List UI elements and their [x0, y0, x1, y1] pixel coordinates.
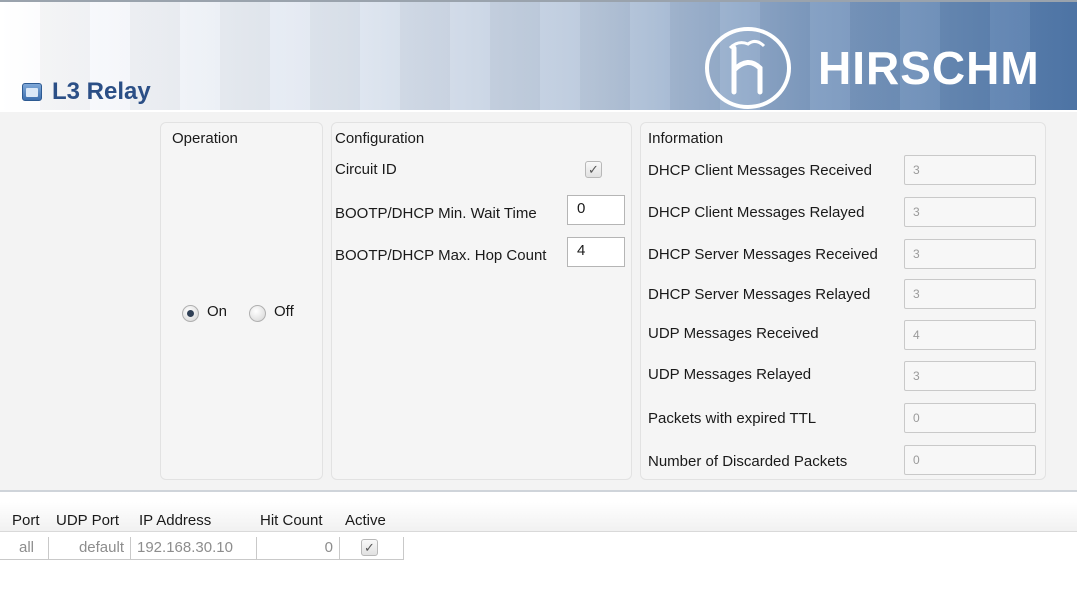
brand: HIRSCHM — [704, 26, 1040, 110]
information-group: Information DHCP Client Messages Receive… — [640, 122, 1046, 480]
info-value: 3 — [904, 197, 1036, 227]
info-value: 0 — [904, 445, 1036, 475]
column-header-port[interactable]: Port — [12, 512, 40, 529]
min-wait-input[interactable]: 0 — [567, 195, 625, 225]
table-cell-port[interactable]: all — [13, 537, 49, 559]
circuit-id-checkbox[interactable]: ✓ — [585, 161, 602, 178]
page-title: L3 Relay — [52, 78, 151, 105]
brand-name: HIRSCHM — [818, 42, 1040, 94]
info-value: 3 — [904, 279, 1036, 309]
operation-off-label[interactable]: Off — [274, 303, 294, 320]
info-label: Number of Discarded Packets — [648, 453, 848, 470]
configuration-group: Configuration Circuit ID ✓ BOOTP/DHCP Mi… — [331, 122, 632, 480]
info-label: Packets with expired TTL — [648, 410, 817, 427]
page-title-group: L3 Relay — [22, 78, 151, 106]
operation-off-radio[interactable] — [249, 305, 266, 322]
max-hop-input[interactable]: 4 — [567, 237, 625, 267]
info-label: UDP Messages Received — [648, 325, 819, 342]
active-checkbox[interactable]: ✓ — [361, 539, 378, 556]
info-value: 4 — [904, 320, 1036, 350]
max-hop-label: BOOTP/DHCP Max. Hop Count — [335, 247, 547, 264]
operation-on-radio[interactable] — [182, 305, 199, 322]
min-wait-label: BOOTP/DHCP Min. Wait Time — [335, 205, 537, 222]
window-icon — [22, 83, 42, 101]
hirschmann-logo-icon — [705, 27, 791, 109]
column-header-udp-port[interactable]: UDP Port — [56, 512, 119, 529]
operation-on-label[interactable]: On — [207, 303, 227, 320]
info-value: 3 — [904, 361, 1036, 391]
info-label: UDP Messages Relayed — [648, 366, 812, 383]
table-cell-udp-port[interactable]: default — [49, 537, 131, 559]
column-header-active[interactable]: Active — [345, 512, 386, 529]
information-title: Information — [648, 130, 724, 147]
info-label: DHCP Client Messages Relayed — [648, 204, 865, 221]
header-banner: L3 Relay HIRSCHM — [0, 0, 1077, 110]
configuration-title: Configuration — [335, 130, 425, 147]
main-panel: Operation On Off Configuration Circuit I… — [0, 112, 1077, 490]
info-label: DHCP Server Messages Received — [648, 246, 878, 263]
operation-title: Operation — [172, 130, 238, 147]
info-label: DHCP Client Messages Received — [648, 162, 872, 179]
circuit-id-label: Circuit ID — [335, 161, 397, 178]
info-label: DHCP Server Messages Relayed — [648, 286, 871, 303]
table-row-divider — [0, 559, 404, 560]
operation-group: Operation On Off — [160, 122, 323, 480]
relay-table: Port UDP Port IP Address Hit Count Activ… — [0, 490, 1077, 610]
info-value: 3 — [904, 239, 1036, 269]
info-value: 0 — [904, 403, 1036, 433]
table-cell-active: ✓ — [340, 537, 404, 559]
info-value: 3 — [904, 155, 1036, 185]
column-header-ip-address[interactable]: IP Address — [139, 512, 211, 529]
column-header-hit-count[interactable]: Hit Count — [260, 512, 323, 529]
table-cell-ip-address[interactable]: 192.168.30.10 — [131, 537, 257, 559]
table-cell-hit-count[interactable]: 0 — [257, 537, 340, 559]
